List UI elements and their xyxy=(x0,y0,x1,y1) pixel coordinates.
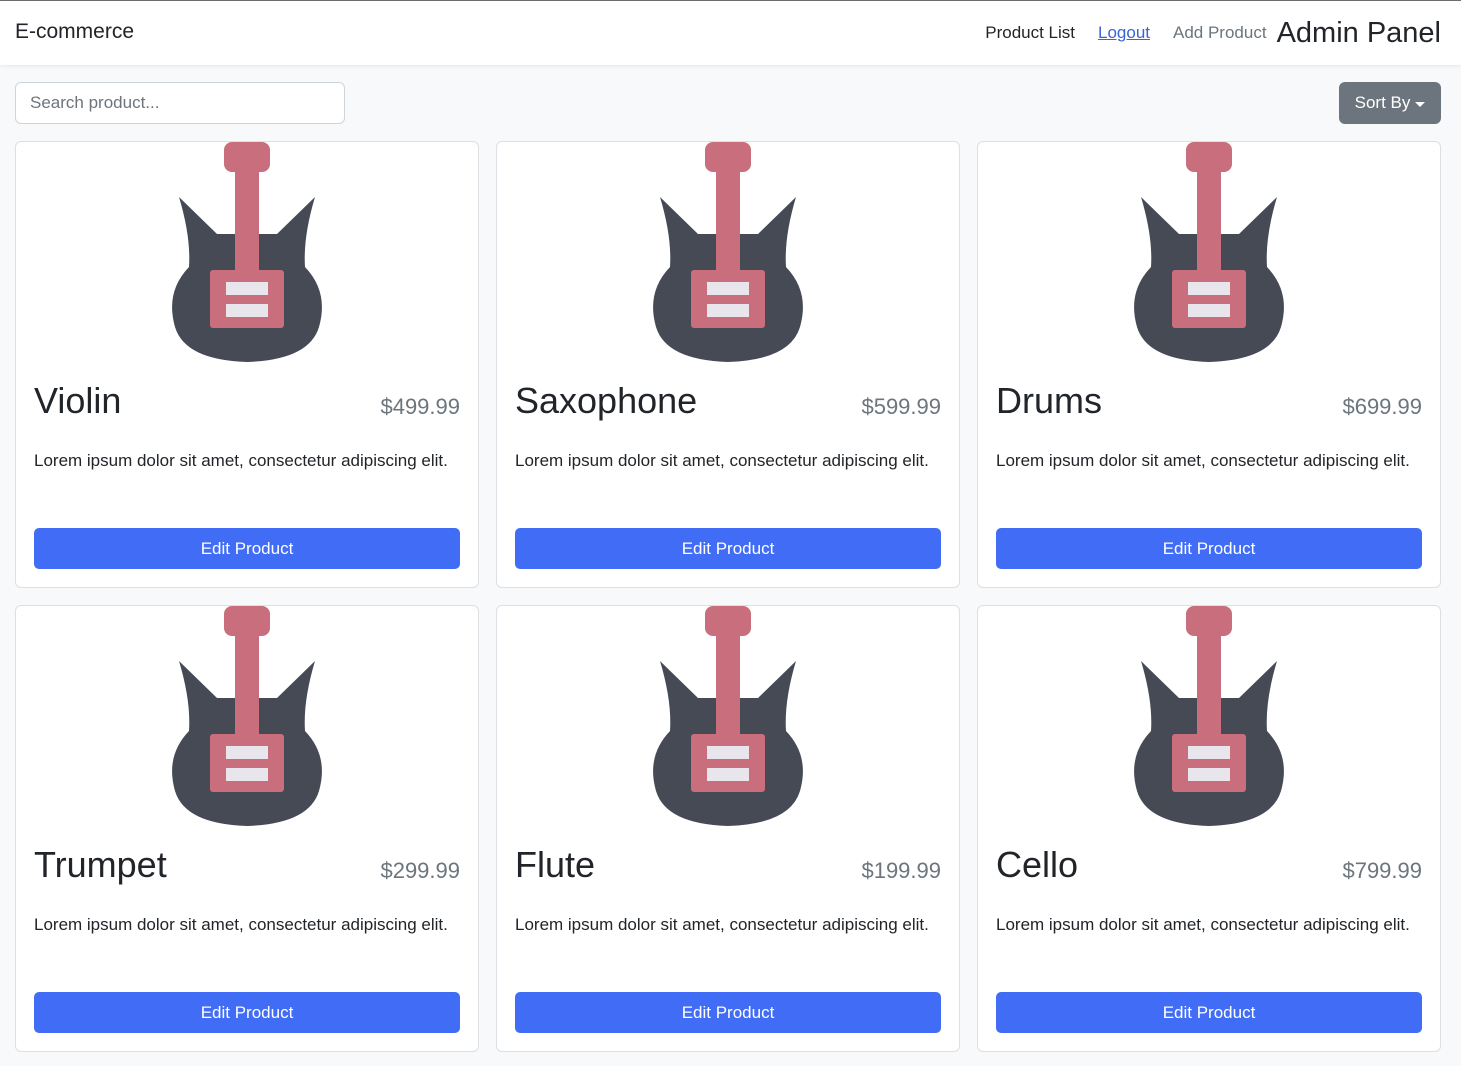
product-image xyxy=(978,606,1440,828)
nav-logout-link[interactable]: Logout xyxy=(1098,23,1150,43)
edit-product-button[interactable]: Edit Product xyxy=(34,528,460,569)
product-description: Lorem ipsum dolor sit amet, consectetur … xyxy=(515,915,929,934)
product-name: Saxophone xyxy=(515,380,698,421)
product-description: Lorem ipsum dolor sit amet, consectetur … xyxy=(34,451,448,470)
product-price: $699.99 xyxy=(1342,394,1422,419)
edit-product-button[interactable]: Edit Product xyxy=(34,992,460,1033)
product-description: Lorem ipsum dolor sit amet, consectetur … xyxy=(515,451,929,470)
edit-product-button[interactable]: Edit Product xyxy=(996,992,1422,1033)
product-name: Drums xyxy=(996,380,1102,421)
product-price: $299.99 xyxy=(380,858,460,883)
nav-product-list-link[interactable]: Product List xyxy=(985,23,1075,43)
brand-link[interactable]: E-commerce xyxy=(15,20,134,44)
product-image xyxy=(16,142,478,364)
guitar-icon xyxy=(653,606,803,826)
product-card: Cello $799.99 Lorem ipsum dolor sit amet… xyxy=(977,605,1441,1052)
navbar: E-commerce Product List Logout Add Produ… xyxy=(0,0,1461,65)
guitar-icon xyxy=(1134,606,1284,826)
guitar-icon xyxy=(653,142,803,362)
guitar-icon xyxy=(1134,142,1284,362)
product-name: Cello xyxy=(996,844,1079,885)
product-name: Flute xyxy=(515,844,596,885)
product-image xyxy=(16,606,478,828)
guitar-icon xyxy=(172,142,322,362)
product-description: Lorem ipsum dolor sit amet, consectetur … xyxy=(34,915,448,934)
edit-product-button[interactable]: Edit Product xyxy=(996,528,1422,569)
edit-product-button[interactable]: Edit Product xyxy=(515,992,941,1033)
product-description: Lorem ipsum dolor sit amet, consectetur … xyxy=(996,451,1410,470)
admin-panel-title: Admin Panel xyxy=(1276,16,1441,49)
product-card: Saxophone $599.99 Lorem ipsum dolor sit … xyxy=(496,141,960,588)
product-card: Drums $699.99 Lorem ipsum dolor sit amet… xyxy=(977,141,1441,588)
product-name: Trumpet xyxy=(34,844,167,885)
product-card: Violin $499.99 Lorem ipsum dolor sit ame… xyxy=(15,141,479,588)
product-price: $599.99 xyxy=(861,394,941,419)
edit-product-button[interactable]: Edit Product xyxy=(515,528,941,569)
product-price: $799.99 xyxy=(1342,858,1422,883)
product-card: Trumpet $299.99 Lorem ipsum dolor sit am… xyxy=(15,605,479,1052)
product-name: Violin xyxy=(34,380,122,421)
nav-links: Product List Logout Add Product Admin Pa… xyxy=(962,1,1441,65)
product-description: Lorem ipsum dolor sit amet, consectetur … xyxy=(996,915,1410,934)
chevron-down-icon xyxy=(1415,101,1426,107)
product-grid: Violin $499.99 Lorem ipsum dolor sit ame… xyxy=(15,141,1441,1052)
product-price: $499.99 xyxy=(380,394,460,419)
search-input[interactable] xyxy=(15,82,345,124)
guitar-icon xyxy=(172,606,322,826)
product-image xyxy=(978,142,1440,364)
sort-by-label: Sort By xyxy=(1354,93,1411,112)
sort-by-dropdown-button[interactable]: Sort By xyxy=(1339,82,1441,124)
product-image xyxy=(497,606,959,828)
product-price: $199.99 xyxy=(861,858,941,883)
product-card: Flute $199.99 Lorem ipsum dolor sit amet… xyxy=(496,605,960,1052)
product-image xyxy=(497,142,959,364)
nav-add-product-link[interactable]: Add Product xyxy=(1173,23,1267,43)
